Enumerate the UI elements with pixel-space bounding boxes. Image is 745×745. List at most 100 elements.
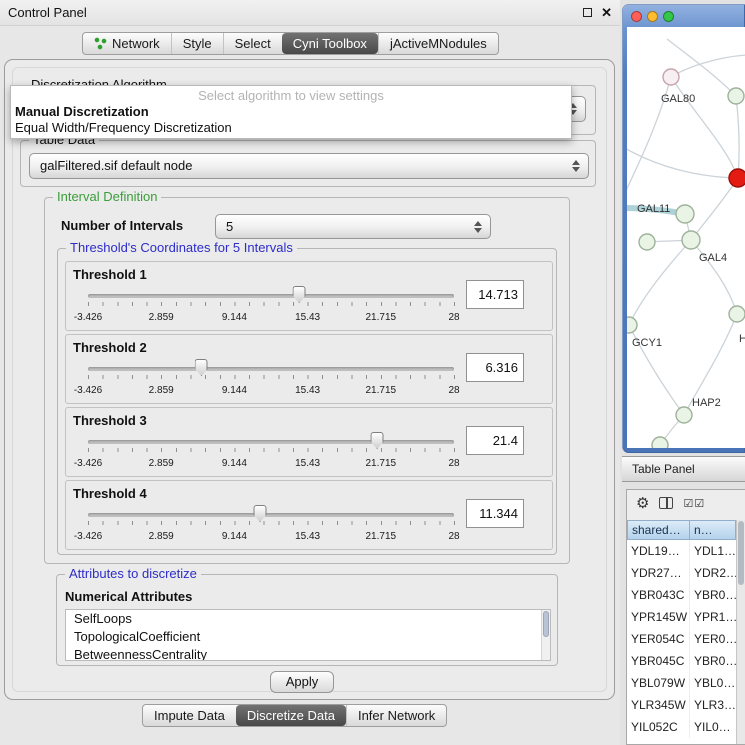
attributes-scrollbar-thumb[interactable] (543, 611, 549, 637)
table-row[interactable]: YLR345WYLR3… (627, 694, 736, 716)
slider-thumb[interactable] (195, 359, 208, 376)
gear-icon[interactable]: ⚙ (636, 496, 649, 511)
threshold-value-input[interactable] (466, 353, 524, 382)
tab-style[interactable]: Style (171, 33, 223, 54)
threshold-slider[interactable] (88, 505, 454, 529)
network-graph[interactable]: GAL80 GAL11 GAL4 GCY1 HAP2 H (627, 27, 745, 448)
float-window-icon[interactable] (583, 8, 592, 17)
tab-discretize-data[interactable]: Discretize Data (236, 705, 346, 726)
tab-label: Discretize Data (247, 708, 335, 723)
tab-label: Impute Data (154, 708, 225, 723)
select-columns-icon[interactable]: ☑☑ (683, 497, 705, 510)
interval-definition-group: Interval Definition Number of Intervals … (44, 197, 570, 564)
tab-label: Cyni Toolbox (293, 36, 367, 51)
column-header-name[interactable]: n… (690, 520, 736, 540)
tab-jactivemnodules[interactable]: jActiveMNodules (378, 33, 498, 54)
tab-label: jActiveMNodules (390, 36, 487, 51)
table-cell[interactable]: YLR345W (627, 694, 690, 716)
table-cell[interactable]: YER0… (690, 628, 736, 650)
mac-zoom-icon[interactable] (663, 11, 674, 22)
network-node[interactable] (676, 205, 694, 223)
threshold-slider[interactable] (88, 432, 454, 456)
network-node[interactable] (652, 437, 668, 448)
dropdown-option-equal-width-frequency[interactable]: Equal Width/Frequency Discretization (11, 120, 571, 136)
dropdown-option-manual-discretization[interactable]: Manual Discretization (11, 104, 571, 120)
mac-close-icon[interactable] (631, 11, 642, 22)
table-cell[interactable]: YBR045C (627, 650, 690, 672)
table-cell[interactable]: YDL19… (627, 540, 690, 562)
screen: Control Panel ✕ Network Style Select Cyni T… (0, 0, 745, 745)
table-row[interactable]: YDL19…YDL1… (627, 540, 736, 562)
dropdown-placeholder-option[interactable]: Select algorithm to view settings (11, 88, 571, 104)
network-node[interactable] (663, 69, 679, 85)
number-of-intervals-combobox[interactable]: 5 (215, 214, 491, 239)
network-canvas[interactable]: GAL80 GAL11 GAL4 GCY1 HAP2 H (627, 27, 745, 448)
attribute-item[interactable]: BetweennessCentrality (66, 646, 550, 661)
table-cell[interactable]: YBL079W (627, 672, 690, 694)
table-data-selected-value: galFiltered.sif default node (40, 158, 192, 173)
number-of-intervals-value: 5 (226, 219, 233, 234)
slider-thumb[interactable] (371, 432, 384, 449)
table-cell[interactable]: YLR3… (690, 694, 736, 716)
table-scrollbar-thumb[interactable] (738, 521, 744, 585)
table-cell[interactable]: YBR043C (627, 584, 690, 606)
slider-scale-label: -3.426 (74, 531, 102, 542)
attribute-item[interactable]: TopologicalCoefficient (66, 628, 550, 646)
threshold-value-input[interactable] (466, 426, 524, 455)
tab-cyni-toolbox[interactable]: Cyni Toolbox (282, 33, 378, 54)
table-row[interactable]: YBR045CYBR0… (627, 650, 736, 672)
window-title: Control Panel (8, 5, 87, 20)
table-cell[interactable]: YDR2… (690, 562, 736, 584)
table-row[interactable]: YIL052CYIL0… (627, 716, 736, 738)
tab-infer-network[interactable]: Infer Network (346, 705, 446, 726)
slider-thumb[interactable] (254, 505, 267, 522)
network-node[interactable] (627, 317, 637, 333)
network-node[interactable] (729, 306, 745, 322)
bottom-tab-strip: Impute Data Discretize Data Infer Network (142, 704, 447, 727)
table-cell[interactable]: YPR1… (690, 606, 736, 628)
apply-button[interactable]: Apply (270, 671, 334, 693)
slider-ticks (88, 302, 455, 306)
network-node[interactable] (639, 234, 655, 250)
table-cell[interactable]: YIL0… (690, 716, 736, 738)
mac-minimize-icon[interactable] (647, 11, 658, 22)
table-row[interactable]: YDR27…YDR2… (627, 562, 736, 584)
tab-impute-data[interactable]: Impute Data (143, 705, 236, 726)
table-cell[interactable]: YDL1… (690, 540, 736, 562)
tab-select[interactable]: Select (223, 33, 282, 54)
table-cell[interactable]: YBL0… (690, 672, 736, 694)
attributes-scrollbar[interactable] (541, 610, 550, 660)
threshold-value-input[interactable] (466, 280, 524, 309)
slider-thumb[interactable] (293, 286, 306, 303)
table-cell[interactable]: YPR145W (627, 606, 690, 628)
column-header-shared-name[interactable]: shared… (627, 520, 690, 540)
network-node[interactable] (728, 88, 744, 104)
threshold-slider[interactable] (88, 359, 454, 383)
threshold-value-input[interactable] (466, 499, 524, 528)
slider-scale-label: 21.715 (366, 458, 397, 469)
table-cell[interactable]: YDR27… (627, 562, 690, 584)
tab-label: Infer Network (358, 708, 435, 723)
thresholds-group: Threshold's Coordinates for 5 Intervals … (57, 248, 557, 555)
table-cell[interactable]: YER054C (627, 628, 690, 650)
table-cell[interactable]: YBR0… (690, 650, 736, 672)
threshold-slider[interactable] (88, 286, 454, 310)
network-node-selected[interactable] (729, 169, 745, 187)
tab-network[interactable]: Network (83, 33, 171, 54)
table-row[interactable]: YBL079WYBL0… (627, 672, 736, 694)
table-row[interactable]: YPR145WYPR1… (627, 606, 736, 628)
columns-icon[interactable] (659, 497, 673, 509)
network-node[interactable] (682, 231, 700, 249)
table-scrollbar[interactable] (736, 520, 745, 744)
table-row[interactable]: YER054CYER0… (627, 628, 736, 650)
table-data-combobox[interactable]: galFiltered.sif default node (29, 153, 589, 179)
tab-label: Style (183, 36, 212, 51)
close-icon[interactable]: ✕ (601, 6, 612, 19)
table-cell[interactable]: YBR0… (690, 584, 736, 606)
table-cell[interactable]: YIL052C (627, 716, 690, 738)
slider-scale-label: 15.43 (295, 385, 320, 396)
network-node[interactable] (676, 407, 692, 423)
table-row[interactable]: YBR043CYBR0… (627, 584, 736, 606)
attribute-item[interactable]: SelfLoops (66, 610, 550, 628)
numerical-attributes-list[interactable]: SelfLoopsTopologicalCoefficientBetweenne… (65, 609, 551, 661)
